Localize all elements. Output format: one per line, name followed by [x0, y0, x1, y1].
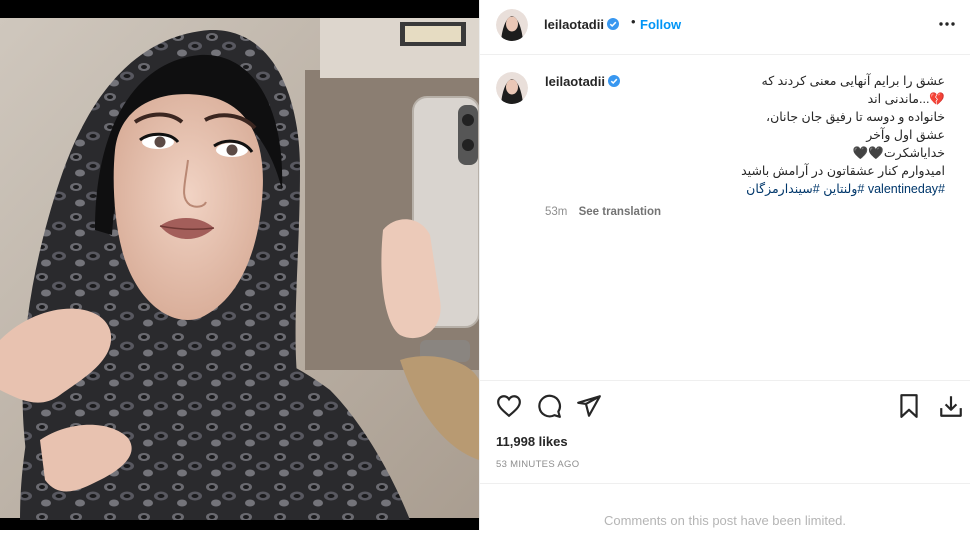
paper-plane-icon[interactable]	[576, 393, 602, 419]
bookmark-icon[interactable]	[896, 393, 922, 419]
post-dialog: leilaotadii • Follow leilaotadii عشق را …	[0, 0, 970, 530]
comment-icon[interactable]	[536, 393, 562, 419]
see-translation-button[interactable]: See translation	[579, 206, 661, 218]
caption-line: امیدوارم کنار عشقاتون در آرامش باشید	[741, 164, 945, 178]
follow-button[interactable]: Follow	[640, 17, 681, 32]
caption-line: 💔...ماندنی اند	[867, 92, 945, 106]
likes-count[interactable]: 11,998 likes	[496, 434, 568, 449]
post-header: leilaotadii • Follow	[480, 0, 970, 55]
caption-meta: 53m See translation	[545, 206, 661, 218]
comments-limited-notice: Comments on this post have been limited.	[480, 483, 970, 530]
caption-text: عشق را برایم آنهایی معنی کردند که 💔...ما…	[545, 72, 945, 198]
download-icon[interactable]	[938, 393, 964, 419]
verified-badge-icon	[606, 18, 619, 30]
header-separator: •	[631, 14, 636, 29]
post-photo[interactable]	[0, 0, 479, 530]
caption-line: عشق را برایم آنهایی معنی کردند که	[761, 74, 945, 88]
post-sidebar: leilaotadii • Follow leilaotadii عشق را …	[479, 0, 970, 530]
caption-age: 53m	[545, 206, 568, 218]
more-options-icon[interactable]	[938, 14, 956, 34]
caption-line: عشق اول وآخر	[866, 128, 945, 142]
header-username[interactable]: leilaotadii	[544, 17, 604, 32]
caption-avatar[interactable]	[496, 72, 528, 104]
post-timestamp: 53 MINUTES AGO	[496, 459, 580, 470]
avatar[interactable]	[496, 9, 528, 41]
hashtag-link[interactable]: #ولنتاین	[823, 182, 864, 196]
hashtag-link[interactable]: #valentineday	[868, 182, 945, 196]
caption-hashtags: #valentineday #ولنتاین #سیندارمزگان	[545, 180, 945, 198]
post-image	[0, 0, 479, 530]
hashtag-link[interactable]: #سیندارمزگان	[746, 182, 820, 196]
header-username-wrap[interactable]: leilaotadii	[544, 17, 619, 32]
caption-line: خانواده و دوسه تا رفیق جان جانان،	[766, 110, 945, 124]
caption-line: خدایاشکرت🖤🖤	[852, 146, 945, 160]
heart-icon[interactable]	[496, 393, 522, 419]
